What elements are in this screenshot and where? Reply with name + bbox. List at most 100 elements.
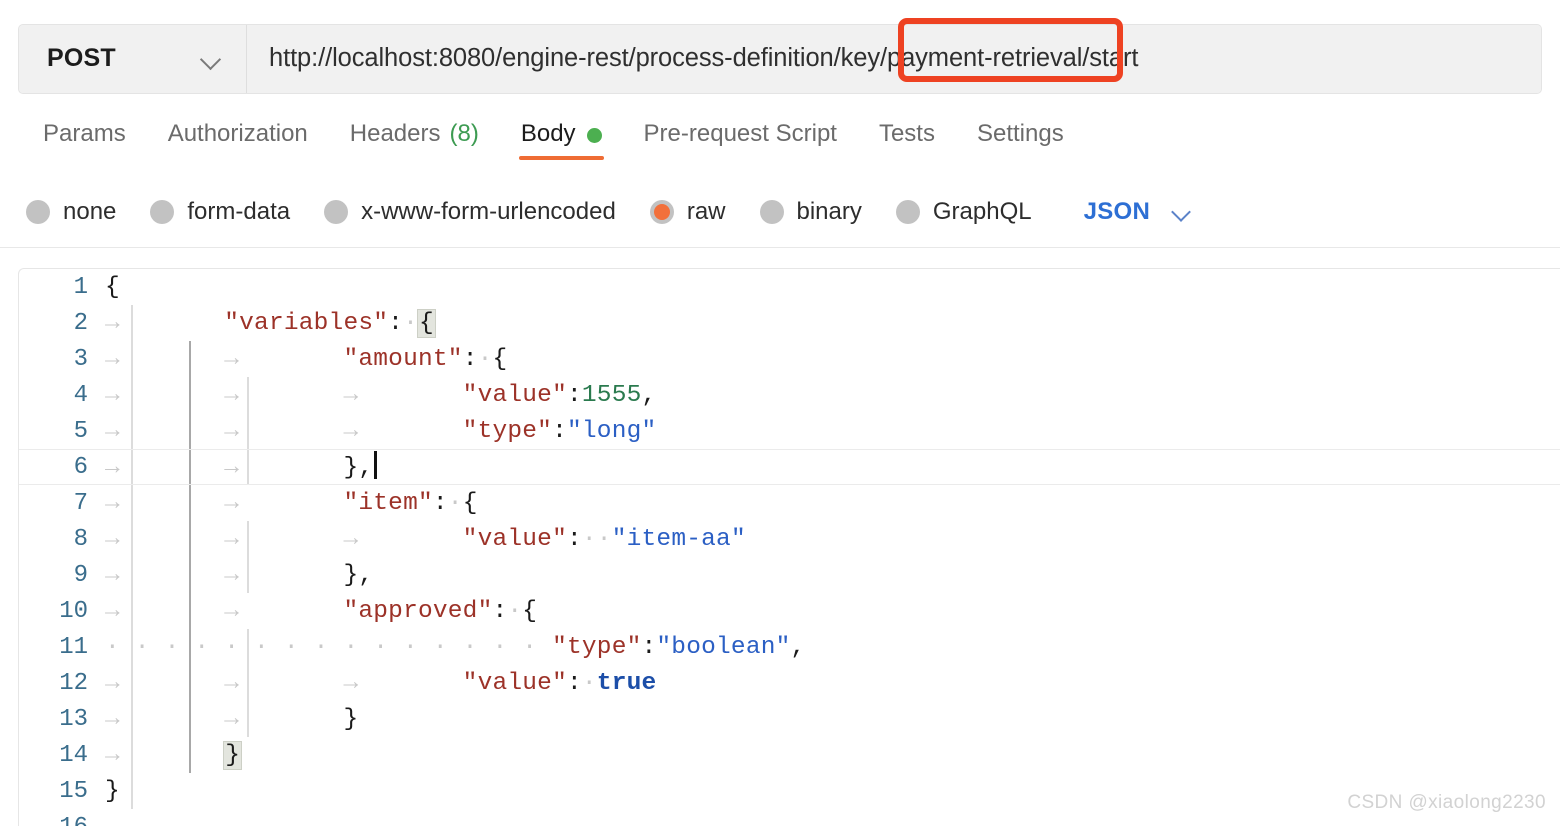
tab-headers[interactable]: Headers (8)	[329, 104, 500, 170]
code-line[interactable]: 4 → → → "value":1555,	[19, 377, 1560, 413]
line-number: 3	[73, 345, 88, 373]
url-input[interactable]: http://localhost:8080/engine-rest/proces…	[247, 24, 1541, 93]
tab-label: Authorization	[167, 120, 308, 147]
radio-button-icon[interactable]	[26, 199, 50, 224]
code-text: → → "item":·{	[105, 490, 478, 517]
code-token: :	[552, 417, 567, 445]
code-token: ·	[403, 309, 418, 337]
url-bar-row: POST http://localhost:8080/engine-rest/p…	[0, 0, 1560, 100]
whitespace-marker: → → →	[105, 381, 463, 409]
code-token: },	[343, 561, 374, 589]
code-token: ·	[581, 669, 597, 697]
tab-settings[interactable]: Settings	[956, 104, 1085, 170]
code-text: → → }	[105, 706, 358, 733]
code-token: "value"	[462, 669, 567, 697]
code-line[interactable]: 7 → → "item":·{	[19, 485, 1560, 521]
http-method-label: POST	[47, 44, 116, 72]
code-text: → → "amount":·{	[105, 346, 507, 373]
body-type-label: binary	[796, 197, 862, 225]
body-type-label: GraphQL	[932, 197, 1032, 225]
code-token: :	[567, 381, 582, 409]
code-line[interactable]: 3 → → "amount":·{	[19, 341, 1560, 377]
code-token: {	[105, 273, 120, 301]
request-tabs: Params Authorization Headers (8) Body Pre-req…	[0, 104, 1560, 170]
code-token: :	[432, 489, 448, 517]
code-line[interactable]: 13 → → }	[19, 701, 1560, 737]
postman-request-pane: POST http://localhost:8080/engine-rest/p…	[0, 0, 1560, 826]
raw-format-select[interactable]: JSON	[1084, 198, 1193, 226]
line-number: 11	[59, 633, 88, 661]
tab-authorization[interactable]: Authorization	[147, 104, 329, 170]
code-line[interactable]: 8 → → → "value":··"item-aa"	[19, 521, 1560, 557]
code-token: ,	[790, 633, 806, 661]
code-line[interactable]: 15}	[19, 773, 1560, 809]
code-line[interactable]: 11 · · · · · · · · · · · · · · · "type":"…	[19, 629, 1560, 665]
whitespace-marker: → →	[105, 454, 344, 482]
body-type-radio-form-data[interactable]: form-data	[150, 198, 290, 226]
code-line[interactable]: 14 → }	[19, 737, 1560, 773]
code-token: {	[462, 489, 478, 517]
code-line[interactable]: 1{	[19, 269, 1560, 305]
radio-button-icon[interactable]	[649, 199, 674, 224]
line-number: 8	[73, 525, 88, 553]
code-text: → → },	[105, 562, 373, 589]
active-tab-underline	[518, 155, 604, 160]
url-text: http://localhost:8080/engine-rest/proces…	[269, 44, 1139, 72]
body-type-radio-x-www-form-urlencoded[interactable]: x-www-form-urlencoded	[324, 198, 616, 226]
tab-params[interactable]: Params	[22, 104, 147, 170]
body-type-radio-none[interactable]: none	[26, 198, 116, 226]
tab-label: Headers	[349, 120, 441, 147]
code-text: → → → "value":1555,	[105, 382, 656, 409]
tab-tests[interactable]: Tests	[858, 104, 956, 170]
code-token: "value"	[462, 525, 567, 553]
whitespace-marker: → → →	[105, 525, 463, 553]
body-type-label: form-data	[187, 197, 291, 225]
radio-button-icon[interactable]	[759, 199, 784, 224]
tab-pre-request-script[interactable]: Pre-request Script	[623, 104, 858, 170]
text-cursor	[374, 450, 378, 479]
line-number: 6	[73, 453, 88, 481]
code-text: → → → "value":·true	[105, 670, 656, 697]
body-type-radio-binary[interactable]: binary	[759, 197, 862, 226]
body-type-radio-raw[interactable]: raw	[649, 197, 726, 226]
whitespace-marker: → →	[105, 597, 344, 625]
line-number: 7	[73, 489, 88, 517]
code-token: "boolean"	[656, 633, 791, 661]
code-token: 1555	[581, 381, 642, 409]
body-type-label: raw	[686, 197, 726, 225]
whitespace-marker: → →	[105, 705, 344, 733]
radio-button-icon[interactable]	[150, 199, 175, 224]
body-type-radio-graphql[interactable]: GraphQL	[895, 197, 1032, 226]
tab-label: Settings	[976, 120, 1064, 147]
code-line[interactable]: 6 → → },	[19, 449, 1560, 485]
chevron-down-icon	[1172, 202, 1192, 222]
code-token: "long"	[567, 417, 657, 445]
tab-count-badge: (8)	[449, 120, 479, 147]
raw-body-editor[interactable]: 1{2 → "variables":·{3 → → "amount":·{4 → → …	[18, 268, 1560, 826]
code-text: }	[105, 778, 120, 805]
line-number: 1	[73, 273, 88, 301]
radio-button-icon[interactable]	[324, 199, 349, 224]
code-text: → "variables":·{	[105, 308, 436, 338]
code-line[interactable]: 5 → → → "type":"long"	[19, 413, 1560, 449]
code-text: → → → "value":··"item-aa"	[105, 526, 746, 553]
code-token: "item-aa"	[611, 525, 746, 553]
code-token: },	[343, 454, 374, 482]
code-line[interactable]: 10 → → "approved":·{	[19, 593, 1560, 629]
code-token: "item"	[343, 489, 433, 517]
tab-body[interactable]: Body	[500, 104, 623, 170]
code-line[interactable]: 9 → → },	[19, 557, 1560, 593]
http-method-select[interactable]: POST	[19, 24, 247, 93]
line-number: 13	[59, 705, 88, 733]
code-token: {	[416, 308, 436, 338]
whitespace-marker: · · · · · · · · · · · · · · ·	[105, 633, 553, 661]
line-number: 2	[73, 309, 88, 337]
code-line[interactable]: 16	[19, 809, 1560, 826]
whitespace-marker: → → →	[105, 669, 463, 697]
code-line[interactable]: 12 → → → "value":·true	[19, 665, 1560, 701]
code-text: → }	[105, 740, 243, 770]
radio-button-icon[interactable]	[895, 199, 920, 224]
code-token: "amount"	[343, 345, 463, 373]
code-token: :	[462, 345, 478, 373]
code-line[interactable]: 2 → "variables":·{	[19, 305, 1560, 341]
